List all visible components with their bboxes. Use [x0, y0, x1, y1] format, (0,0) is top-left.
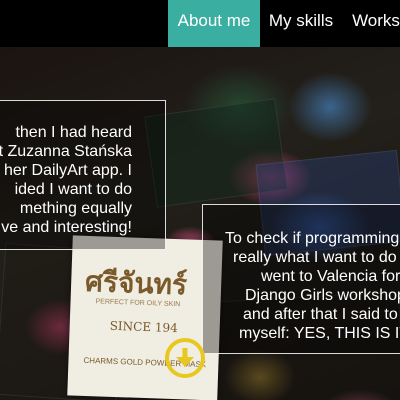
panel-left-line: t Zuzanna Stańska [0, 143, 132, 160]
label-since: SINCE 194 [109, 318, 179, 336]
panel-right-line: Django Girls workshop [245, 287, 400, 304]
top-navbar: About me My skills Works [0, 0, 400, 47]
panel-left-line: ided I want to do [14, 181, 132, 198]
nav-works[interactable]: Works [346, 0, 400, 47]
product-label: ศรีจันทร์ PERFECT FOR OILY SKIN SINCE 19… [67, 235, 223, 400]
panel-right-line: really what I want to do [233, 249, 397, 266]
panel-right-line: went to Valencia for [261, 268, 400, 285]
nav-my-skills[interactable]: My skills [264, 0, 338, 47]
panel-left-line: mething equally [19, 200, 132, 217]
arrow-down-icon [176, 348, 194, 367]
panel-left-line: her DailyArt app. I [3, 162, 132, 179]
panel-right-line: and after that I said to [243, 306, 398, 323]
panel-left-line: then I had heard [15, 124, 132, 141]
about-text-panel-right: To check if programming really what I wa… [202, 204, 400, 354]
panel-left-line: ve and interesting! [1, 219, 132, 236]
about-text-panel-left: then I had heard t Zuzanna Stańska her D… [0, 100, 166, 250]
panel-right-line: To check if programming [225, 230, 400, 247]
panel-right-line: myself: YES, THIS IS IT [239, 325, 400, 342]
scroll-down-button[interactable] [165, 338, 205, 378]
nav-about-me[interactable]: About me [168, 0, 260, 47]
